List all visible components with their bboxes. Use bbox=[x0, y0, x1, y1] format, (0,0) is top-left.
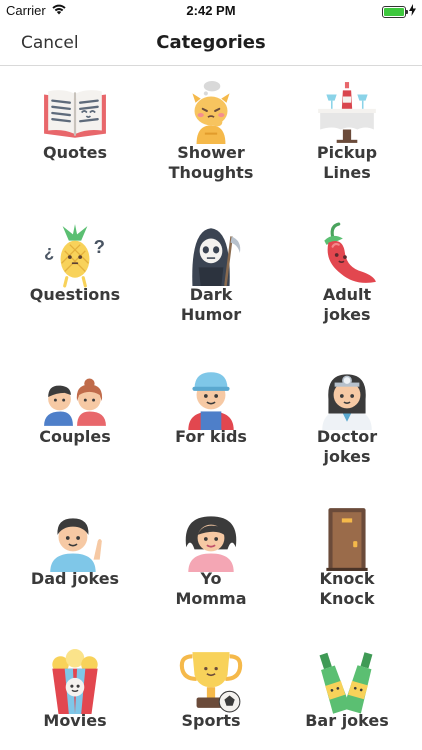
category-adult-jokes[interactable]: Adult jokes bbox=[272, 209, 422, 351]
category-questions[interactable]: ¿ ? Questions bbox=[0, 209, 150, 351]
kid-icon bbox=[178, 364, 244, 430]
popcorn-icon bbox=[42, 648, 108, 714]
category-bar-jokes[interactable]: Bar jokes bbox=[272, 635, 422, 750]
status-bar: Carrier 2:42 PM bbox=[0, 0, 422, 22]
category-label: Bar jokes bbox=[305, 711, 389, 730]
grim-reaper-icon bbox=[178, 222, 244, 288]
cancel-button[interactable]: Cancel bbox=[21, 33, 79, 53]
category-label: Yo Momma bbox=[175, 569, 247, 608]
category-couples[interactable]: Couples bbox=[0, 351, 150, 493]
category-dad-jokes[interactable]: Dad jokes bbox=[0, 493, 150, 635]
category-yo-momma[interactable]: Yo Momma bbox=[150, 493, 272, 635]
category-label: Knock Knock bbox=[319, 569, 375, 608]
category-quotes[interactable]: Quotes bbox=[0, 67, 150, 209]
thinking-cat-icon bbox=[178, 80, 244, 146]
category-label: Dad jokes bbox=[30, 569, 120, 588]
category-label: Movies bbox=[43, 711, 107, 730]
charging-bolt-icon bbox=[409, 4, 416, 19]
category-label: Questions bbox=[29, 285, 121, 304]
couple-icon bbox=[42, 364, 108, 430]
category-label: Dark Humor bbox=[180, 285, 242, 324]
category-knock-knock[interactable]: Knock Knock bbox=[272, 493, 422, 635]
open-book-icon bbox=[42, 80, 108, 146]
dinner-table-icon bbox=[314, 80, 380, 146]
category-label: Doctor jokes bbox=[316, 427, 378, 466]
doctor-icon bbox=[314, 364, 380, 430]
category-movies[interactable]: Movies bbox=[0, 635, 150, 750]
category-label: Adult jokes bbox=[322, 285, 372, 324]
category-grid: Quotes Shower Thoughts Pickup Lines ¿ ? … bbox=[0, 67, 422, 750]
door-icon bbox=[314, 506, 380, 572]
beer-bottles-icon bbox=[314, 648, 380, 714]
svg-text:¿: ¿ bbox=[44, 243, 54, 261]
category-label: Sports bbox=[181, 711, 241, 730]
category-for-kids[interactable]: For kids bbox=[150, 351, 272, 493]
chili-pepper-icon bbox=[314, 222, 380, 288]
category-doctor-jokes[interactable]: Doctor jokes bbox=[272, 351, 422, 493]
status-right bbox=[382, 4, 416, 19]
category-label: For kids bbox=[175, 427, 247, 446]
category-label: Couples bbox=[39, 427, 111, 446]
category-dark-humor[interactable]: Dark Humor bbox=[150, 209, 272, 351]
category-label: Quotes bbox=[42, 143, 107, 162]
dad-icon bbox=[42, 506, 108, 572]
pineapple-question-icon: ¿ ? bbox=[42, 222, 108, 288]
category-sports[interactable]: Sports bbox=[150, 635, 272, 750]
svg-text:?: ? bbox=[94, 236, 105, 257]
category-label: Pickup Lines bbox=[316, 143, 378, 182]
status-time: 2:42 PM bbox=[186, 3, 236, 18]
category-shower-thoughts[interactable]: Shower Thoughts bbox=[150, 67, 272, 209]
battery-icon bbox=[382, 5, 408, 18]
trophy-icon bbox=[178, 648, 244, 714]
category-pickup-lines[interactable]: Pickup Lines bbox=[272, 67, 422, 209]
category-label: Shower Thoughts bbox=[168, 143, 254, 182]
mom-icon bbox=[178, 506, 244, 572]
navigation-bar: Cancel Categories bbox=[0, 22, 422, 66]
battery-level-fill bbox=[384, 7, 404, 16]
